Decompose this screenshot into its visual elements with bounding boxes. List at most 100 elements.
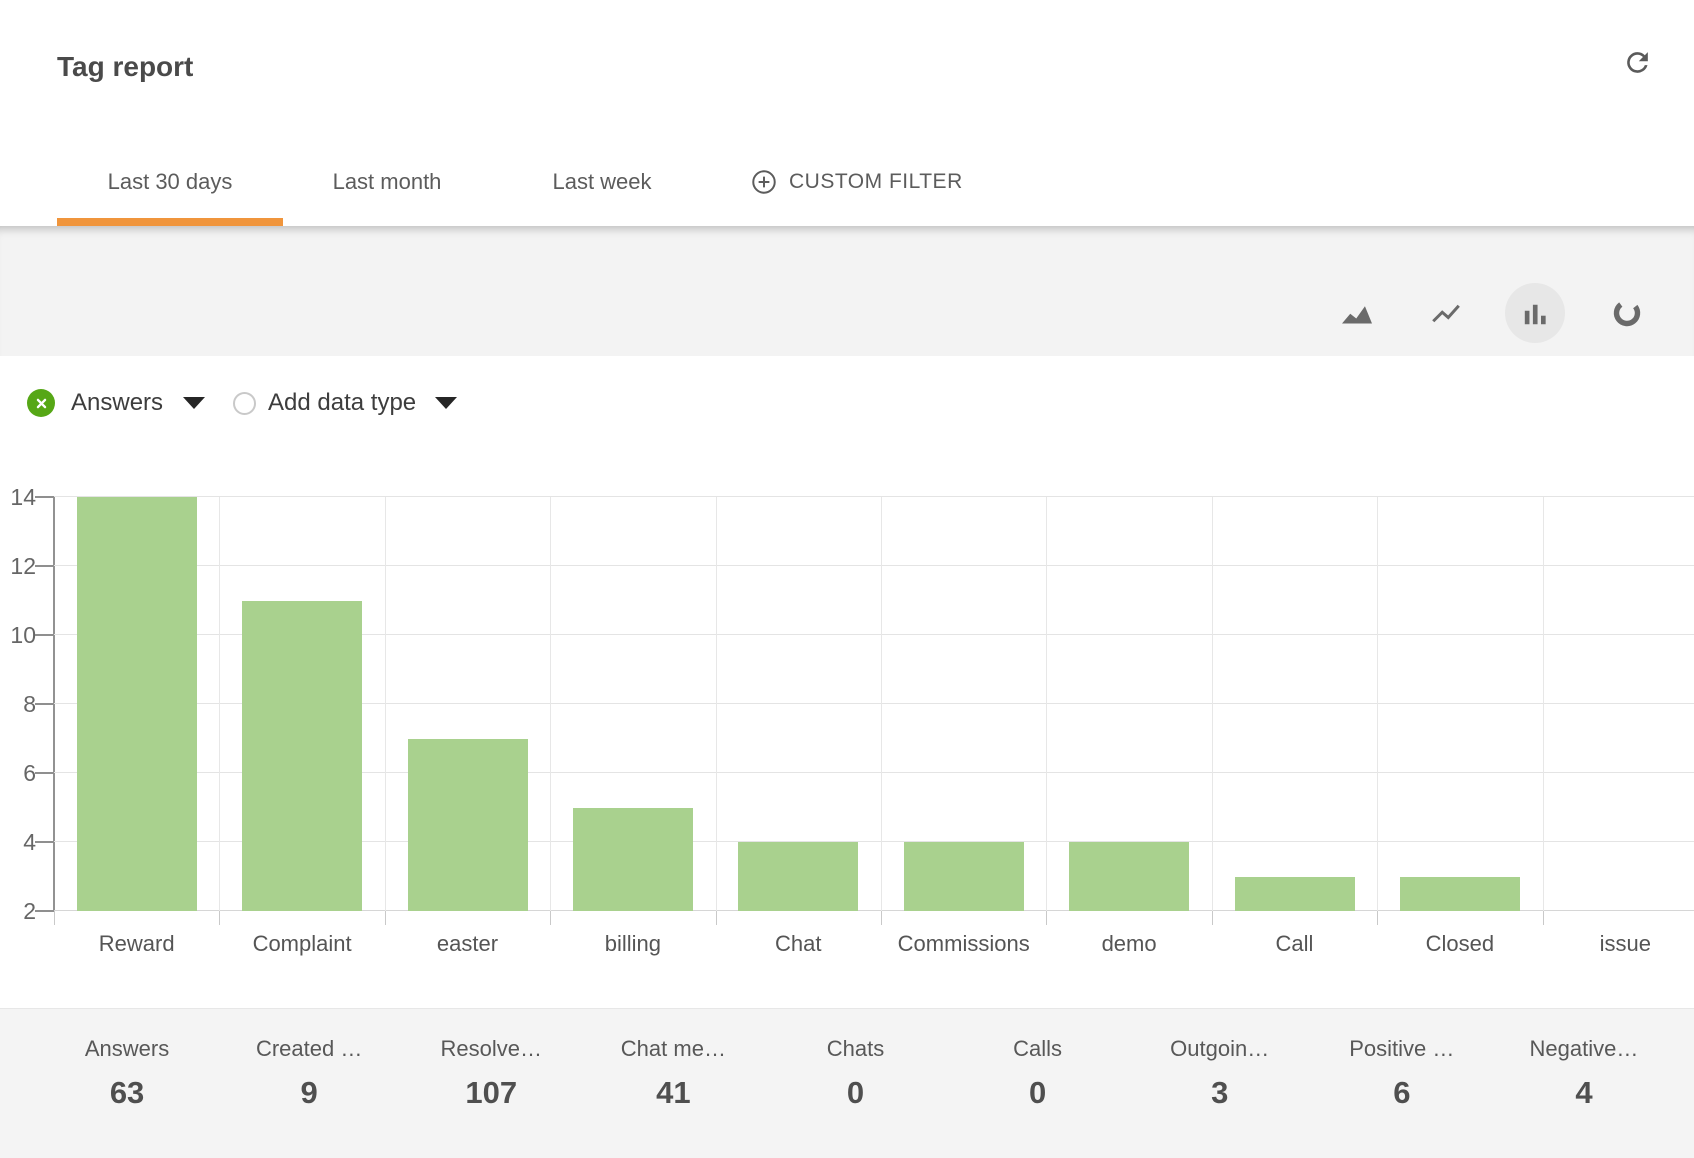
summary-item[interactable]: Positive …6 xyxy=(1311,1037,1493,1111)
add-data-type-label[interactable]: Add data type xyxy=(268,389,416,417)
tab-bar: Last 30 daysLast monthLast week CUSTOM F… xyxy=(0,132,1694,226)
y-tick-label: 12 xyxy=(0,554,36,578)
summary-item[interactable]: Chats 0 xyxy=(764,1037,946,1111)
gridline xyxy=(1543,497,1544,911)
x-axis-tick xyxy=(219,911,220,925)
refresh-button[interactable] xyxy=(1620,47,1654,81)
add-data-type-radio[interactable] xyxy=(233,392,256,415)
tab-last-30-days[interactable]: Last 30 days xyxy=(57,132,283,226)
y-axis-tick xyxy=(35,910,54,912)
summary-item-value: 4 xyxy=(1493,1075,1675,1111)
y-tick-label: 4 xyxy=(0,830,36,854)
area-chart-icon xyxy=(1339,295,1375,331)
summary-item[interactable]: Chat me… 41 xyxy=(582,1037,764,1111)
line-chart-icon xyxy=(1428,295,1464,331)
tag-report-page: Tag report Last 30 daysLast monthLast we… xyxy=(0,0,1694,1158)
bar-closed[interactable] xyxy=(1400,877,1520,911)
x-axis-tick xyxy=(385,911,386,925)
y-tick-label: 14 xyxy=(0,485,36,509)
close-circle-icon xyxy=(33,395,50,412)
gridline xyxy=(1212,497,1213,911)
summary-item-value: 41 xyxy=(582,1075,764,1111)
bar-chat[interactable] xyxy=(738,842,858,911)
x-category-label: Complaint xyxy=(219,930,384,958)
y-axis-tick xyxy=(35,703,54,705)
bar-billing[interactable] xyxy=(573,808,693,912)
summary-item-value: 0 xyxy=(764,1075,946,1111)
area-chart-button[interactable] xyxy=(1327,283,1387,343)
x-axis-tick xyxy=(550,911,551,925)
bar-commissions[interactable] xyxy=(904,842,1024,911)
series-dropdown-caret-icon[interactable] xyxy=(183,397,205,409)
y-tick-label: 10 xyxy=(0,623,36,647)
bar-complaint[interactable] xyxy=(242,601,362,912)
y-tick-label: 8 xyxy=(0,692,36,716)
summary-item[interactable]: Negative…4 xyxy=(1493,1037,1675,1111)
remove-series-button[interactable] xyxy=(27,389,55,417)
summary-item-label: Outgoin… xyxy=(1129,1037,1311,1061)
summary-item-label: Answers xyxy=(36,1037,218,1061)
bar-demo[interactable] xyxy=(1069,842,1189,911)
y-tick-label: 2 xyxy=(0,899,36,923)
y-axis-tick xyxy=(35,496,54,498)
x-axis-tick xyxy=(1046,911,1047,925)
y-axis-tick xyxy=(35,841,54,843)
bar-easter[interactable] xyxy=(408,739,528,912)
x-axis-tick xyxy=(54,911,55,925)
add-data-type-caret-icon[interactable] xyxy=(435,397,457,409)
x-axis-tick xyxy=(716,911,717,925)
summary-item-value: 3 xyxy=(1129,1075,1311,1111)
refresh-icon xyxy=(1622,66,1653,81)
gridline xyxy=(1377,497,1378,911)
x-category-label: demo xyxy=(1046,930,1211,958)
gridline xyxy=(219,497,220,911)
y-axis-tick xyxy=(35,772,54,774)
summary-item-label: Calls xyxy=(947,1037,1129,1061)
x-category-label: Commissions xyxy=(881,930,1046,958)
x-category-label: Closed xyxy=(1377,930,1542,958)
summary-item-label: Chat me… xyxy=(582,1037,764,1061)
x-axis-tick xyxy=(881,911,882,925)
active-series-label[interactable]: Answers xyxy=(71,389,163,417)
summary-item[interactable]: Created … 9 xyxy=(218,1037,400,1111)
summary-item-value: 0 xyxy=(947,1075,1129,1111)
bar-chart-icon xyxy=(1517,295,1553,331)
x-axis-labels: RewardComplainteasterbillingChatCommissi… xyxy=(54,930,1694,960)
gridline xyxy=(1046,497,1047,911)
donut-chart-button[interactable] xyxy=(1597,283,1657,343)
x-category-label: easter xyxy=(385,930,550,958)
y-axis-tick xyxy=(35,634,54,636)
summary-item-value: 107 xyxy=(400,1075,582,1111)
y-axis-labels: 2468101214 xyxy=(0,497,36,911)
bar-reward[interactable] xyxy=(77,497,197,911)
plus-circle-icon xyxy=(750,168,778,196)
summary-item-label: Created … xyxy=(218,1037,400,1061)
summary-row: Answers63Created … 9Resolve… 107Chat me… 41… xyxy=(36,1009,1675,1111)
gridline xyxy=(54,496,1694,497)
tab-last-month[interactable]: Last month xyxy=(283,132,491,226)
summary-item-label: Chats xyxy=(764,1037,946,1061)
tab-last-week[interactable]: Last week xyxy=(491,132,713,226)
summary-item[interactable]: Answers63 xyxy=(36,1037,218,1111)
x-category-label: Call xyxy=(1212,930,1377,958)
gridline xyxy=(716,497,717,911)
custom-filter-button[interactable]: CUSTOM FILTER xyxy=(750,129,963,229)
x-category-label: issue xyxy=(1543,930,1694,958)
x-category-label: Chat xyxy=(716,930,881,958)
summary-item[interactable]: Outgoin… 3 xyxy=(1129,1037,1311,1111)
line-chart-button[interactable] xyxy=(1416,283,1476,343)
x-axis-tick xyxy=(1543,911,1544,925)
donut-chart-icon xyxy=(1609,295,1645,331)
bar-chart-button[interactable] xyxy=(1505,283,1565,343)
bar-call[interactable] xyxy=(1235,877,1355,911)
x-category-label: Reward xyxy=(54,930,219,958)
chart-plot xyxy=(54,497,1694,911)
summary-item-label: Resolve… xyxy=(400,1037,582,1061)
gridline xyxy=(550,497,551,911)
gridline xyxy=(881,497,882,911)
summary-item[interactable]: Resolve… 107 xyxy=(400,1037,582,1111)
gridline xyxy=(54,565,1694,566)
summary-item[interactable]: Calls 0 xyxy=(947,1037,1129,1111)
summary-item-value: 9 xyxy=(218,1075,400,1111)
page-title: Tag report xyxy=(57,50,193,84)
